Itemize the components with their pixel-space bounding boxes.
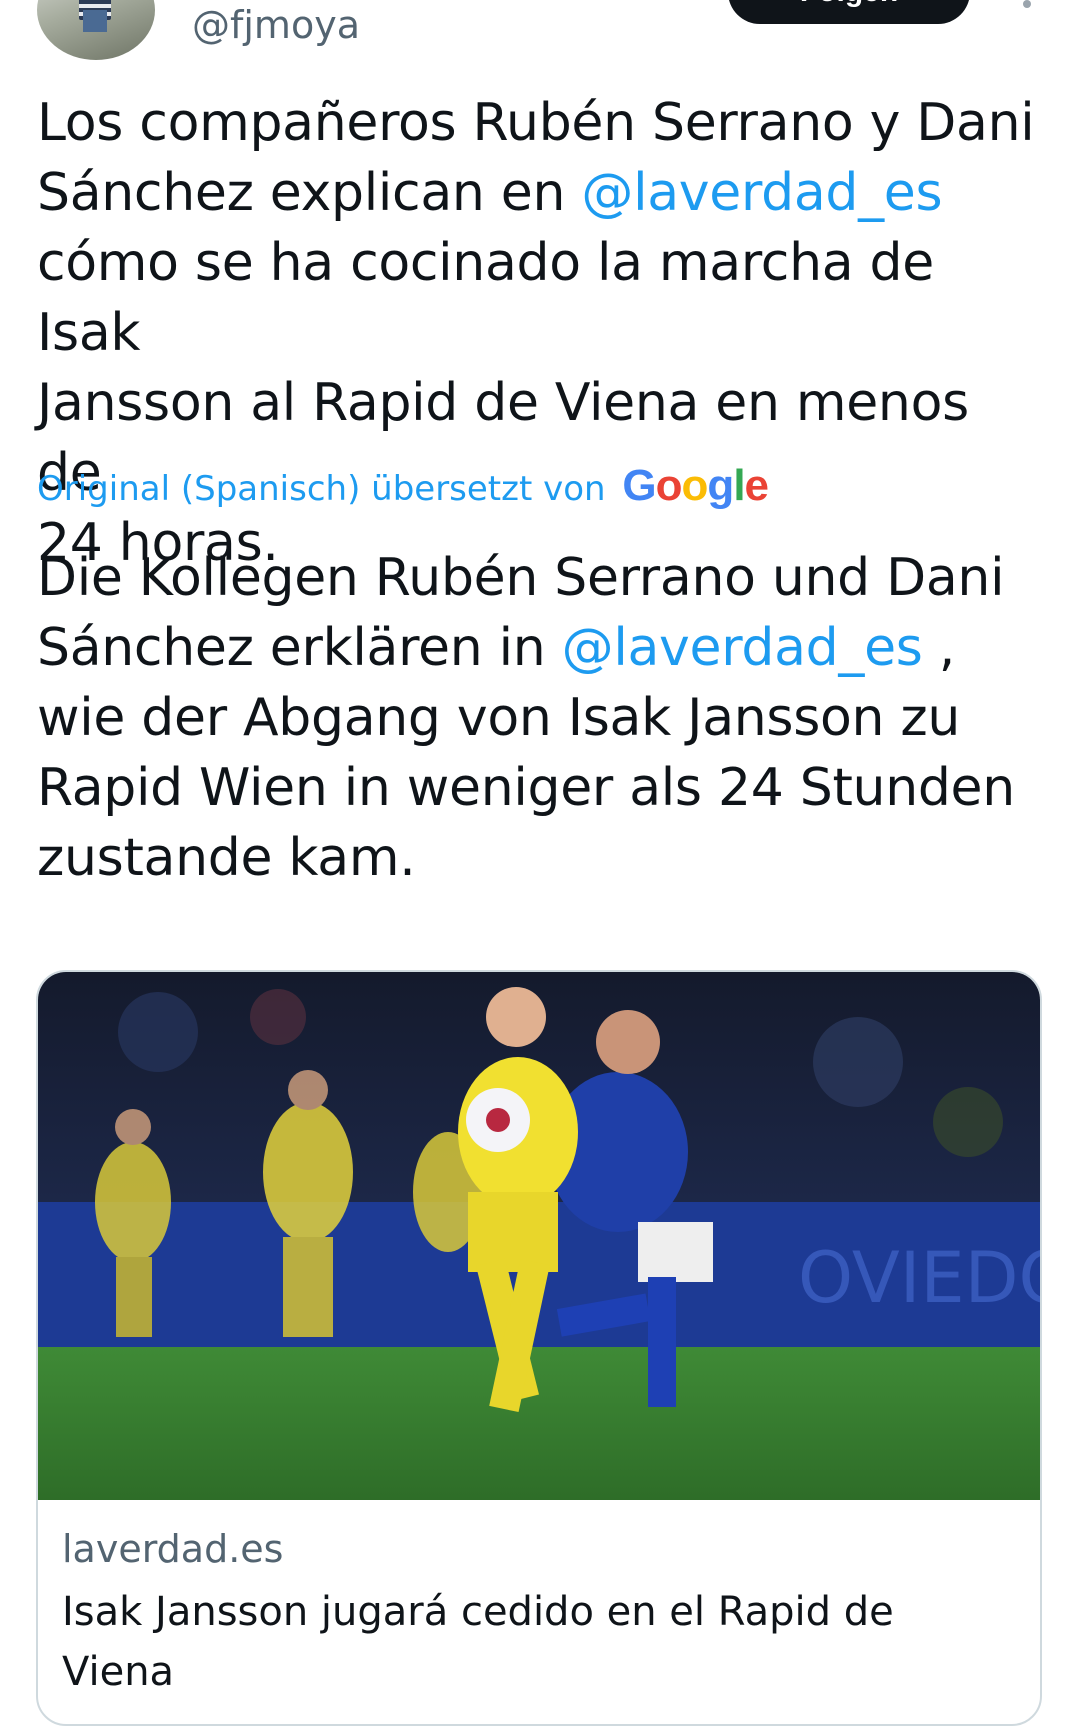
translation-label: Original (Spanisch) übersetzt von [37,469,606,509]
svg-text:OVIEDO: OVIEDO [798,1237,1040,1319]
follow-button[interactable]: Folgen [728,0,970,24]
original-text-part-2: cómo se ha cocinado la marcha de Isak Ja… [37,233,969,573]
card-domain: laverdad.es [62,1527,284,1571]
tweet-translated-text: Die Kollegen Rubén Serrano und Dani Sánc… [37,543,1047,893]
card-image-football-photo: OVIEDO [38,972,1040,1500]
user-handle[interactable]: @fjmoya [192,0,360,50]
mention-link-translated[interactable]: @laverdad_es [562,618,923,678]
mention-link[interactable]: @laverdad_es [581,163,942,223]
link-preview-card[interactable]: OVIEDO laverdad.es Isak J [36,970,1042,1726]
more-options-icon[interactable] [1012,0,1042,14]
translation-attribution[interactable]: Original (Spanisch) übersetzt von Google [37,460,769,515]
google-logo: Google [622,461,769,510]
card-title: Isak Jansson jugará cedido en el Rapid d… [62,1589,894,1695]
avatar-legs [83,10,107,32]
user-avatar[interactable] [37,0,155,60]
